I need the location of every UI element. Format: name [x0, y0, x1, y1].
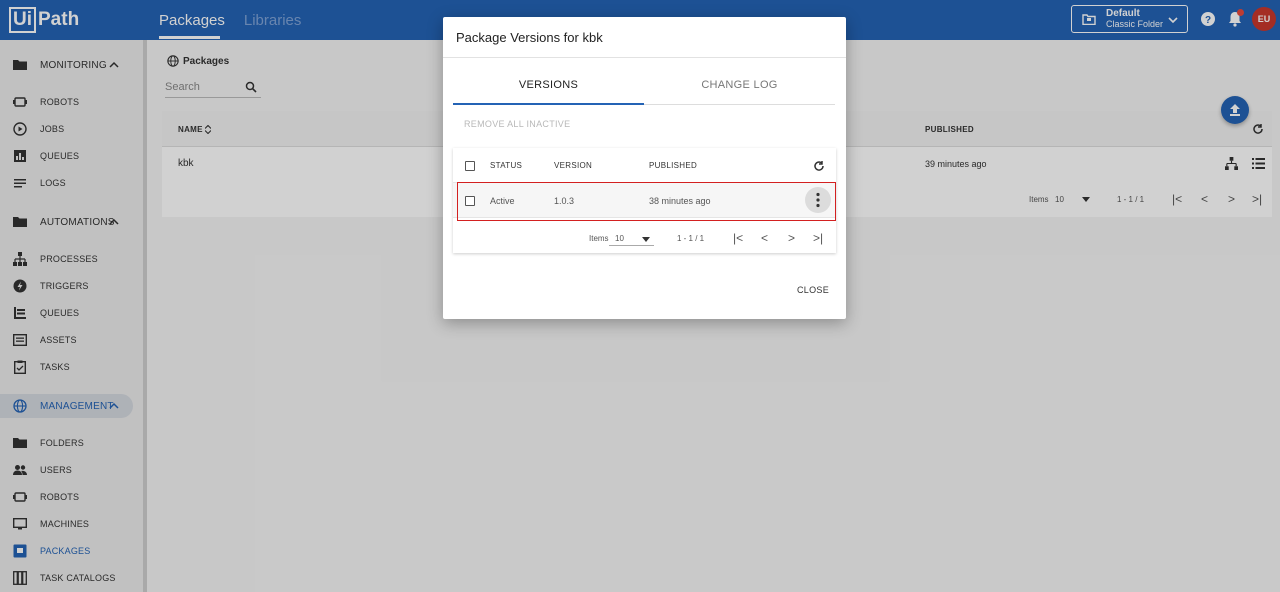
- remove-all-inactive-button[interactable]: REMOVE ALL INACTIVE: [464, 119, 570, 129]
- dialog-title: Package Versions for kbk: [456, 30, 603, 45]
- tab-versions[interactable]: VERSIONS: [453, 79, 644, 91]
- prev-page-icon[interactable]: <: [761, 231, 768, 245]
- column-version[interactable]: VERSION: [554, 161, 592, 170]
- tab-change-log[interactable]: CHANGE LOG: [644, 79, 835, 91]
- package-versions-dialog: Package Versions for kbk VERSIONS CHANGE…: [443, 17, 846, 319]
- refresh-icon[interactable]: [813, 160, 825, 172]
- column-published[interactable]: PUBLISHED: [649, 161, 697, 170]
- pager-items-label: Items: [589, 234, 609, 243]
- dropdown-arrow-icon[interactable]: [642, 237, 650, 242]
- select-all-checkbox[interactable]: [465, 161, 475, 171]
- row-highlight-frame: [457, 182, 836, 221]
- dialog-tabs: VERSIONS CHANGE LOG: [453, 75, 835, 105]
- last-page-icon[interactable]: >|: [813, 231, 823, 245]
- active-tab-indicator: [453, 103, 644, 105]
- dialog-divider: [443, 57, 846, 58]
- pager-range: 1 - 1 / 1: [677, 234, 705, 243]
- column-status[interactable]: STATUS: [490, 161, 522, 170]
- pager-per-page[interactable]: 10: [615, 234, 624, 243]
- per-page-underline: [609, 245, 654, 246]
- close-button[interactable]: CLOSE: [797, 285, 829, 295]
- next-page-icon[interactable]: >: [788, 231, 795, 245]
- first-page-icon[interactable]: |<: [733, 231, 743, 245]
